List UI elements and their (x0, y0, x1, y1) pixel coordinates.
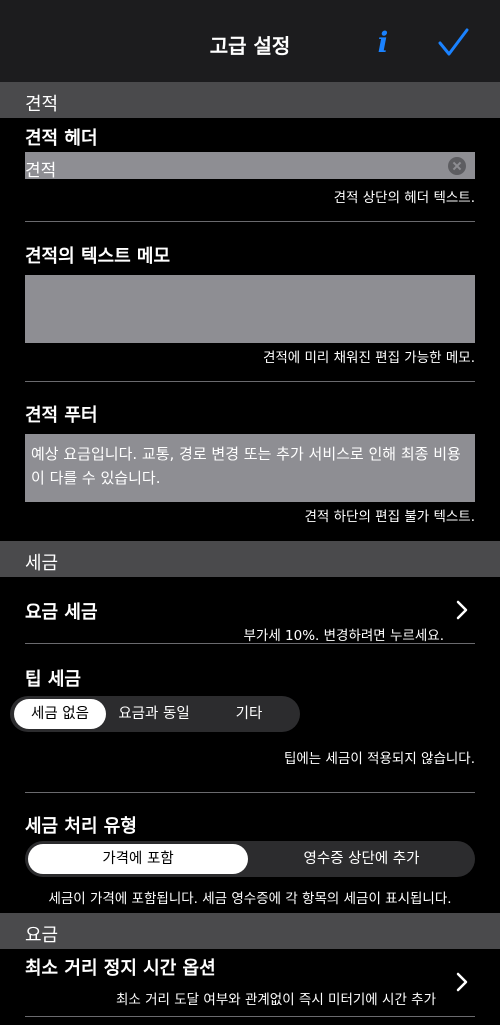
section-header-tax: 세금 (0, 541, 500, 577)
tip-tax-label: 팁 세금 (25, 669, 81, 690)
tip-tax-option-none[interactable]: 세금 없음 (14, 699, 106, 729)
section-title: 견적 (25, 94, 59, 115)
estimate-header-label: 견적 헤더 (25, 128, 98, 149)
tip-tax-hint: 팁에는 세금이 적용되지 않습니다. (283, 751, 475, 767)
divider (25, 792, 475, 793)
section-title: 요금 (25, 925, 59, 946)
navigation-bar: 고급 설정 i (0, 0, 500, 82)
fare-tax-hint: 부가세 10%. 변경하려면 누르세요. (243, 628, 444, 644)
tax-handling-label: 세금 처리 유형 (25, 816, 137, 837)
estimate-footer-label: 견적 푸터 (25, 405, 98, 426)
checkmark-icon[interactable] (436, 26, 470, 60)
estimate-footer-textarea[interactable]: 예상 요금입니다. 교통, 경로 변경 또는 추가 서비스로 인해 최종 비용이… (25, 434, 475, 502)
estimate-header-value: 견적 (25, 161, 57, 181)
min-distance-hint: 최소 거리 도달 여부와 관계없이 즉시 미터기에 시간 추가 (116, 992, 436, 1008)
section-title: 세금 (25, 553, 59, 574)
tip-tax-segmented-control[interactable]: 세금 없음 요금과 동일 기타 (10, 696, 300, 732)
divider (25, 643, 475, 644)
fare-tax-label: 요금 세금 (25, 602, 98, 623)
tax-handling-segmented-control[interactable]: 가격에 포함 영수증 상단에 추가 (25, 841, 475, 877)
divider (25, 221, 475, 222)
estimate-header-hint: 견적 상단의 헤더 텍스트. (333, 190, 475, 206)
tax-handling-hint: 세금이 가격에 포함됩니다. 세금 영수증에 각 항목의 세금이 표시됩니다. (48, 891, 452, 907)
section-header-estimate: 견적 (0, 82, 500, 118)
estimate-footer-hint: 견적 하단의 편집 불가 텍스트. (304, 509, 476, 525)
page-title: 고급 설정 (209, 34, 291, 58)
tax-handling-option-included[interactable]: 가격에 포함 (28, 844, 248, 874)
tip-tax-option-other[interactable]: 기타 (204, 699, 294, 729)
estimate-memo-textarea[interactable] (25, 275, 475, 343)
estimate-header-input[interactable]: 견적 (25, 152, 475, 181)
chevron-right-icon[interactable] (455, 599, 469, 621)
section-header-fare: 요금 (0, 913, 500, 949)
chevron-right-icon[interactable] (455, 971, 469, 993)
estimate-memo-label: 견적의 텍스트 메모 (25, 246, 171, 267)
divider (25, 1016, 475, 1017)
min-distance-label: 최소 거리 정지 시간 옵션 (25, 958, 216, 979)
tax-handling-option-added[interactable]: 영수증 상단에 추가 (251, 844, 472, 874)
estimate-memo-hint: 견적에 미리 채워진 편집 가능한 메모. (262, 350, 475, 366)
clear-icon[interactable] (448, 157, 466, 175)
info-button[interactable]: i (372, 26, 394, 60)
divider (25, 381, 475, 382)
estimate-footer-value: 예상 요금입니다. 교통, 경로 변경 또는 추가 서비스로 인해 최종 비용이… (31, 445, 461, 487)
tip-tax-option-same[interactable]: 요금과 동일 (108, 699, 200, 729)
